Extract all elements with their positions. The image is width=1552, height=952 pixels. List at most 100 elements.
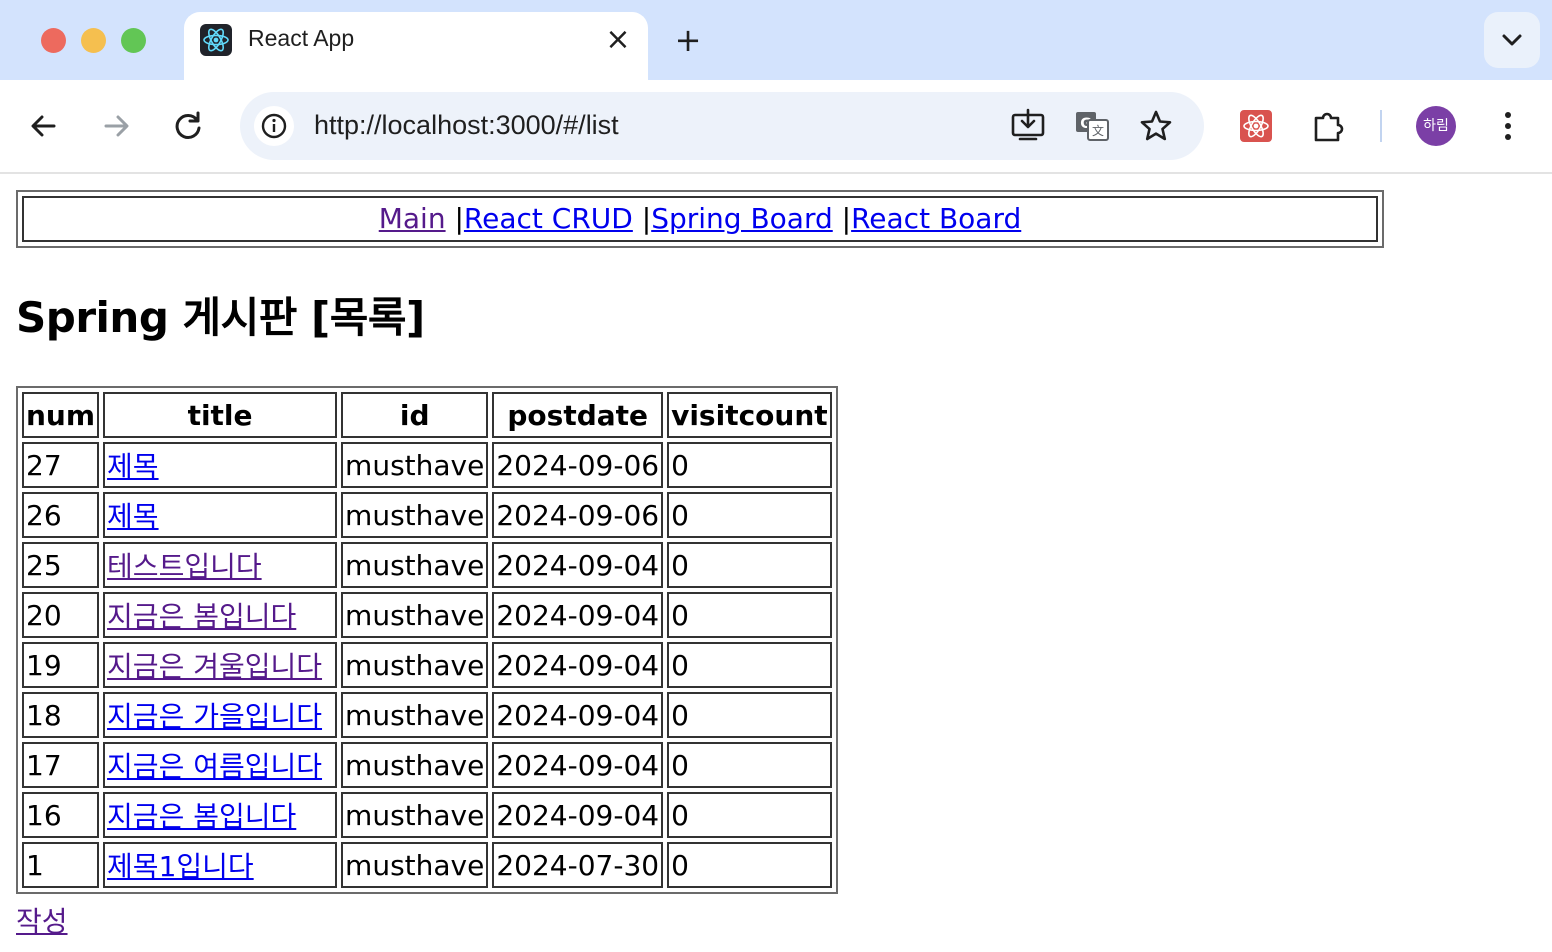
cell-id: musthave: [341, 642, 489, 688]
nav-separator: |: [841, 202, 852, 235]
cell-id: musthave: [341, 542, 489, 588]
post-title-link[interactable]: 지금은 봄입니다: [107, 600, 296, 633]
cell-id: musthave: [341, 842, 489, 888]
cell-visitcount: 0: [667, 542, 832, 588]
nav-link-react-crud[interactable]: React CRUD: [464, 202, 633, 235]
cell-id: musthave: [341, 492, 489, 538]
back-arrow-icon[interactable]: [24, 106, 64, 146]
tab-title: React App: [248, 25, 355, 51]
cell-visitcount: 0: [667, 642, 832, 688]
cell-title: 지금은 겨울입니다: [103, 642, 338, 688]
cell-num: 19: [22, 642, 100, 688]
cell-postdate: 2024-09-04: [492, 692, 664, 738]
window-zoom-button[interactable]: [121, 28, 146, 53]
header-postdate: postdate: [492, 392, 664, 438]
cell-num: 1: [22, 842, 100, 888]
window-close-button[interactable]: [41, 28, 66, 53]
cell-num: 26: [22, 492, 100, 538]
toolbar-separator: [1380, 110, 1382, 142]
post-title-link[interactable]: 지금은 겨울입니다: [107, 650, 322, 683]
browser-toolbar: http://localhost:3000/#/list G 文 하림: [0, 80, 1552, 174]
header-visitcount: visitcount: [667, 392, 832, 438]
nav-separator: |: [454, 202, 464, 235]
cell-visitcount: 0: [667, 692, 832, 738]
cell-num: 18: [22, 692, 100, 738]
nav-link-main[interactable]: Main: [379, 202, 446, 235]
post-title-link[interactable]: 제목: [107, 500, 159, 533]
header-id: id: [341, 392, 489, 438]
cell-visitcount: 0: [667, 442, 832, 488]
cell-postdate: 2024-09-04: [492, 592, 664, 638]
table-row: 25 테스트입니다 musthave 2024-09-04 0: [22, 542, 832, 588]
url-text[interactable]: http://localhost:3000/#/list: [314, 110, 619, 141]
cell-title: 제목: [103, 442, 338, 488]
post-title-link[interactable]: 제목: [107, 450, 159, 483]
bookmark-star-icon[interactable]: [1136, 106, 1176, 146]
table-row: 26 제목 musthave 2024-09-06 0: [22, 492, 832, 538]
post-title-link[interactable]: 지금은 가을입니다: [107, 700, 322, 733]
post-title-link[interactable]: 테스트입니다: [107, 550, 262, 583]
kebab-menu-icon[interactable]: [1488, 106, 1528, 146]
cell-postdate: 2024-09-04: [492, 792, 664, 838]
cell-visitcount: 0: [667, 742, 832, 788]
cell-postdate: 2024-09-04: [492, 742, 664, 788]
cell-title: 테스트입니다: [103, 542, 338, 588]
top-nav: Main |React CRUD |Spring Board |React Bo…: [16, 190, 1384, 248]
react-devtools-icon[interactable]: [1236, 106, 1276, 146]
cell-postdate: 2024-09-04: [492, 642, 664, 688]
write-link[interactable]: 작성: [16, 900, 68, 940]
cell-visitcount: 0: [667, 792, 832, 838]
top-nav-cell: Main |React CRUD |Spring Board |React Bo…: [22, 196, 1378, 242]
nav-separator: |: [641, 202, 652, 235]
cell-num: 16: [22, 792, 100, 838]
tab-search-button[interactable]: [1484, 12, 1540, 68]
post-title-link[interactable]: 지금은 봄입니다: [107, 800, 296, 833]
extensions-puzzle-icon[interactable]: [1308, 106, 1348, 146]
forward-arrow-icon[interactable]: [96, 106, 136, 146]
page-content: Main |React CRUD |Spring Board |React Bo…: [0, 174, 1552, 952]
cell-postdate: 2024-09-04: [492, 542, 664, 588]
table-row: 17 지금은 여름입니다 musthave 2024-09-04 0: [22, 742, 832, 788]
cell-title: 제목1입니다: [103, 842, 338, 888]
header-title: title: [103, 392, 338, 438]
active-tab[interactable]: React App ×: [184, 12, 648, 80]
cell-title: 지금은 봄입니다: [103, 792, 338, 838]
cell-postdate: 2024-09-06: [492, 492, 664, 538]
reload-icon[interactable]: [168, 106, 208, 146]
cell-num: 25: [22, 542, 100, 588]
cell-visitcount: 0: [667, 842, 832, 888]
page-title: Spring 게시판 [목록]: [16, 293, 425, 342]
table-header-row: num title id postdate visitcount: [22, 392, 832, 438]
board-list-table: num title id postdate visitcount 27 제목 mus…: [16, 386, 838, 894]
cell-id: musthave: [341, 592, 489, 638]
install-app-icon[interactable]: [1008, 106, 1048, 146]
svg-text:文: 文: [1092, 123, 1104, 138]
plus-icon[interactable]: +: [672, 24, 704, 56]
table-row: 1 제목1입니다 musthave 2024-07-30 0: [22, 842, 832, 888]
close-icon[interactable]: ×: [604, 25, 632, 55]
table-row: 16 지금은 봄입니다 musthave 2024-09-04 0: [22, 792, 832, 838]
table-row: 18 지금은 가을입니다 musthave 2024-09-04 0: [22, 692, 832, 738]
tab-strip: React App × +: [0, 0, 1552, 80]
window-minimize-button[interactable]: [81, 28, 106, 53]
nav-link-react-board[interactable]: React Board: [851, 202, 1021, 235]
info-icon[interactable]: [254, 106, 294, 146]
cell-title: 지금은 봄입니다: [103, 592, 338, 638]
cell-num: 17: [22, 742, 100, 788]
cell-id: musthave: [341, 792, 489, 838]
cell-title: 제목: [103, 492, 338, 538]
translate-icon[interactable]: G 文: [1072, 106, 1112, 146]
table-row: 27 제목 musthave 2024-09-06 0: [22, 442, 832, 488]
header-num: num: [22, 392, 100, 438]
cell-visitcount: 0: [667, 592, 832, 638]
cell-id: musthave: [341, 442, 489, 488]
nav-link-spring-board[interactable]: Spring Board: [651, 202, 833, 235]
cell-num: 20: [22, 592, 100, 638]
profile-avatar[interactable]: 하림: [1416, 106, 1456, 146]
cell-postdate: 2024-07-30: [492, 842, 664, 888]
post-title-link[interactable]: 지금은 여름입니다: [107, 750, 322, 783]
post-title-link[interactable]: 제목1입니다: [107, 850, 254, 883]
cell-postdate: 2024-09-06: [492, 442, 664, 488]
address-bar[interactable]: http://localhost:3000/#/list G 文: [240, 92, 1204, 160]
cell-id: musthave: [341, 742, 489, 788]
